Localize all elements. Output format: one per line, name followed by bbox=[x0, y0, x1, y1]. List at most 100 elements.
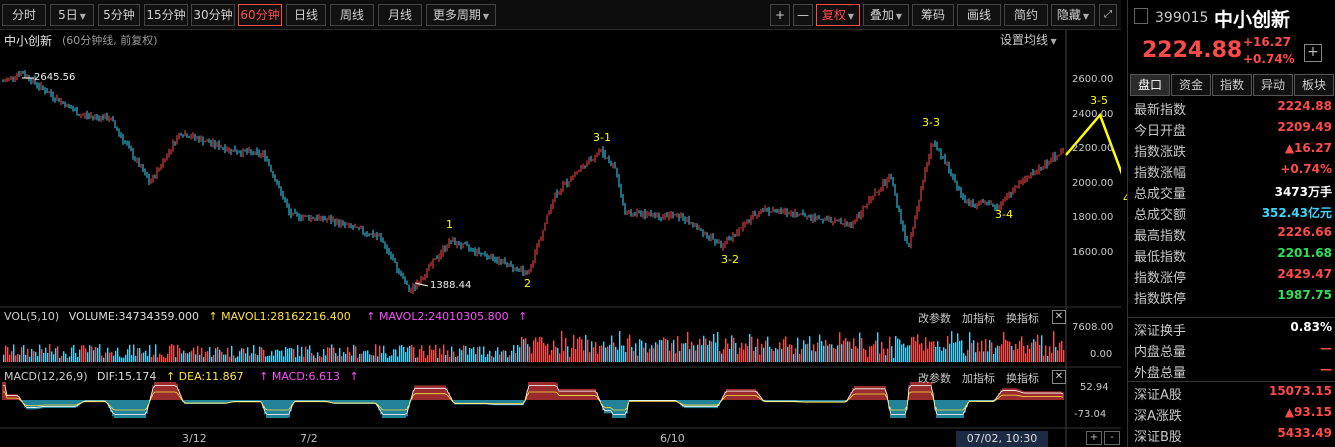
volume-bar bbox=[545, 345, 547, 362]
volume-bar bbox=[441, 354, 443, 362]
quote-value: — bbox=[1320, 341, 1332, 355]
volume-bar bbox=[947, 336, 949, 362]
volume-bar bbox=[171, 344, 173, 362]
volume-bar bbox=[797, 337, 799, 362]
volume-bar bbox=[209, 346, 211, 362]
volume-bar bbox=[263, 349, 265, 362]
volume-bar bbox=[139, 348, 141, 362]
volume-bar bbox=[587, 339, 589, 362]
volume-bar bbox=[429, 345, 431, 362]
volume-bar bbox=[667, 340, 669, 362]
volume-bar bbox=[475, 354, 477, 362]
volume-bar bbox=[599, 345, 601, 362]
volume-bar bbox=[855, 346, 857, 362]
volume-bar bbox=[773, 350, 775, 362]
volume-bar bbox=[549, 354, 551, 362]
volume-bar bbox=[1059, 342, 1061, 362]
zoom-in-icon[interactable]: + bbox=[1086, 431, 1102, 445]
volume-bar bbox=[301, 346, 303, 362]
volume-bar bbox=[877, 332, 879, 362]
volume-bar bbox=[875, 340, 877, 362]
quote-value: 352.43亿元 bbox=[1261, 206, 1332, 220]
volume-bar bbox=[1003, 332, 1005, 362]
volume-bar bbox=[739, 347, 741, 362]
quote-label: 深A涨跌 bbox=[1134, 409, 1182, 424]
volume-bar bbox=[239, 351, 241, 362]
volume-bar bbox=[515, 352, 517, 362]
volume-bar bbox=[729, 348, 731, 362]
volume-bar bbox=[423, 350, 425, 362]
volume-bar bbox=[707, 345, 709, 362]
macd-params-button[interactable]: 改参数 bbox=[918, 370, 951, 386]
tab-movement[interactable]: 异动 bbox=[1253, 74, 1293, 96]
macd-swap-button[interactable]: 换指标 bbox=[1006, 370, 1039, 386]
volume-bar bbox=[281, 350, 283, 362]
volume-bar bbox=[1007, 341, 1009, 362]
volume-bar bbox=[397, 356, 399, 362]
volume-bar bbox=[313, 355, 315, 362]
volume-bar bbox=[261, 347, 263, 362]
volume-bar bbox=[813, 344, 815, 362]
macd-value: ↑ MACD:6.613 ↑ bbox=[259, 370, 359, 383]
volume-bar bbox=[851, 348, 853, 362]
vol-params-button[interactable]: 改参数 bbox=[918, 310, 951, 326]
volume-bar bbox=[357, 357, 359, 362]
volume-bar bbox=[839, 332, 841, 362]
volume-bar bbox=[133, 344, 135, 362]
volume-bar bbox=[525, 338, 527, 362]
volume-bar bbox=[271, 351, 273, 362]
volume-bar bbox=[315, 357, 317, 362]
volume-bar bbox=[659, 339, 661, 362]
date-label: 7/2 bbox=[300, 432, 318, 445]
volume-bar bbox=[547, 343, 549, 362]
volume-bar bbox=[57, 346, 59, 362]
add-watchlist-button[interactable]: + bbox=[1304, 44, 1322, 62]
volume-bar bbox=[997, 345, 999, 362]
volume-bar bbox=[963, 353, 965, 362]
set-ma-button[interactable]: 设置均线 ▼ bbox=[1000, 31, 1057, 48]
wave-label: 3-5 bbox=[1090, 94, 1108, 107]
volume-bar bbox=[337, 355, 339, 362]
vol-add-button[interactable]: 加指标 bbox=[962, 310, 995, 326]
volume-bar bbox=[503, 350, 505, 362]
volume-bar bbox=[959, 340, 961, 362]
macd-add-button[interactable]: 加指标 bbox=[962, 370, 995, 386]
volume-bar bbox=[65, 353, 67, 362]
volume-bar bbox=[1037, 334, 1039, 362]
quote-row: 最低指数 2201.68 bbox=[1134, 246, 1332, 266]
tab-index[interactable]: 指数 bbox=[1212, 74, 1252, 96]
volume-bar bbox=[513, 344, 515, 362]
tab-handicap[interactable]: 盘口 bbox=[1130, 74, 1170, 96]
volume-bar bbox=[201, 347, 203, 362]
panel-toggle-icon[interactable] bbox=[1134, 8, 1148, 24]
tab-sector[interactable]: 板块 bbox=[1294, 74, 1334, 96]
volume-bar bbox=[769, 346, 771, 362]
volume-bar bbox=[969, 332, 971, 362]
volume-bar bbox=[529, 346, 531, 362]
volume-bar bbox=[553, 340, 555, 362]
volume-bar bbox=[887, 348, 889, 362]
volume-bar bbox=[181, 353, 183, 362]
close-icon[interactable]: ✕ bbox=[1052, 370, 1066, 384]
tab-funds[interactable]: 资金 bbox=[1171, 74, 1211, 96]
volume-bar bbox=[321, 357, 323, 362]
quote-value: 5433.49 bbox=[1277, 426, 1332, 440]
volume-bar bbox=[27, 348, 29, 362]
volume-bar bbox=[421, 345, 423, 362]
volume-bar bbox=[121, 357, 123, 362]
volume-bar bbox=[597, 353, 599, 362]
zoom-out-icon[interactable]: - bbox=[1104, 431, 1120, 445]
volume-bar bbox=[737, 353, 739, 362]
volume-bar bbox=[107, 347, 109, 362]
volume-bar bbox=[489, 350, 491, 362]
close-icon[interactable]: ✕ bbox=[1052, 310, 1066, 324]
volume-bar bbox=[33, 351, 35, 362]
vol-swap-button[interactable]: 换指标 bbox=[1006, 310, 1039, 326]
quote-label: 今日开盘 bbox=[1134, 124, 1187, 139]
volume-bar bbox=[297, 345, 299, 362]
mavol1-value: ↑ MAVOL1:28162216.400 bbox=[208, 310, 351, 323]
volume-bar bbox=[671, 343, 673, 362]
volume-bar bbox=[613, 342, 615, 362]
volume-bar bbox=[775, 347, 777, 362]
volume-bar bbox=[21, 347, 23, 362]
